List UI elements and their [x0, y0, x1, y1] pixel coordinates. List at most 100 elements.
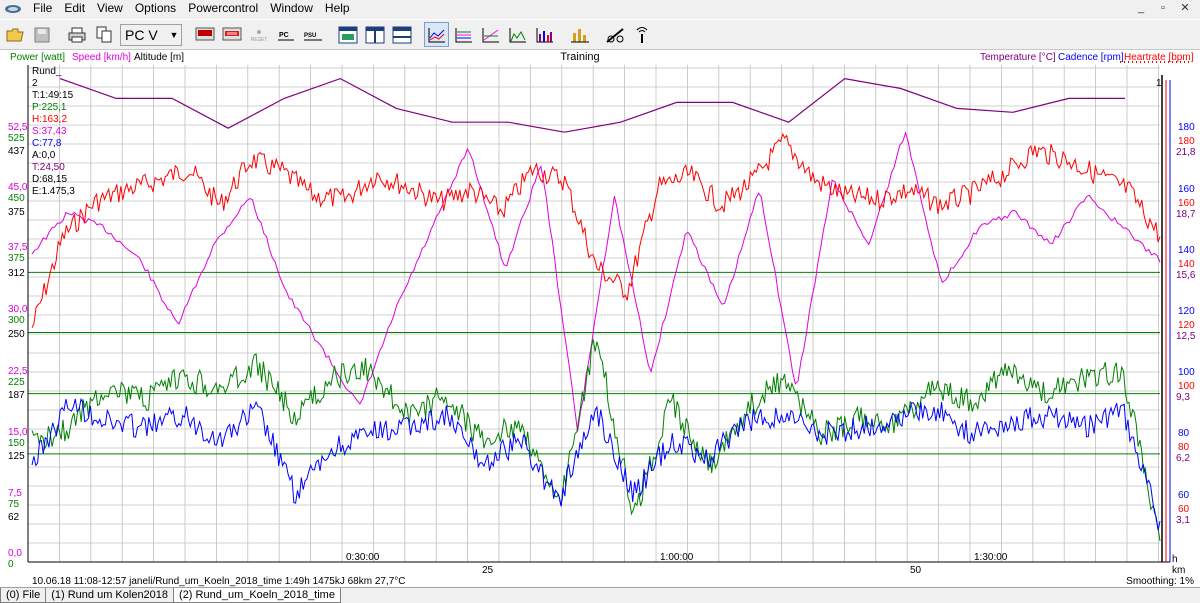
right-tick-heartrate: 160	[1178, 198, 1195, 209]
pc-label: PC	[279, 32, 289, 39]
right-tick-cadence: 180	[1178, 122, 1195, 133]
telemetry-button[interactable]	[629, 22, 654, 47]
info-lap-label: Rund_	[32, 66, 62, 77]
menu-help[interactable]: Help	[319, 0, 356, 17]
chart-canvas[interactable]: Power [watt] Speed [km/h] Altitude [m] T…	[0, 50, 1200, 587]
pc-download-icon	[222, 27, 241, 40]
save-disk-icon	[34, 27, 49, 42]
trend-chart-icon	[482, 27, 499, 42]
menu-file[interactable]: File	[27, 0, 58, 17]
cadence-line	[31, 397, 1161, 531]
right-tick-heartrate: 140	[1178, 259, 1195, 270]
menu-options[interactable]: Options	[129, 0, 182, 17]
pc-download-button[interactable]	[219, 22, 244, 47]
pc-read-button[interactable]	[192, 22, 217, 47]
tab-rund-um-kolen[interactable]: (1) Rund um Kolen2018	[45, 588, 175, 603]
left-tick-speed: 22,5	[8, 366, 28, 377]
tile-horizontal-icon	[392, 26, 411, 43]
left-tick-speed: 52,5	[8, 122, 28, 133]
left-tick-speed: 15,0	[8, 427, 28, 438]
right-tick-cadence: 100	[1178, 367, 1195, 378]
tile-vertical-button[interactable]	[362, 22, 387, 47]
cursor-label: 1	[1156, 78, 1162, 89]
info-distance: D:68,15	[32, 174, 67, 185]
toolbar: PC V ▼ RESET PC PSU	[0, 19, 1200, 50]
close-button[interactable]: ✕	[1174, 0, 1196, 17]
x-tick-1-30: 1:30:00	[974, 552, 1008, 563]
right-tick-temperature: 9,3	[1176, 392, 1190, 403]
pc-button[interactable]: PC	[273, 22, 298, 47]
left-tick-speed: 37,5	[8, 242, 28, 253]
smoothing-label: Smoothing: 1%	[1126, 576, 1194, 587]
left-tick-power-b: 437	[8, 146, 25, 157]
minimize-button[interactable]: _	[1130, 0, 1152, 17]
copy-button[interactable]	[91, 22, 116, 47]
save-button[interactable]	[29, 22, 54, 47]
right-tick-heartrate: 120	[1178, 320, 1195, 331]
reset-button[interactable]: RESET	[246, 22, 271, 47]
right-tick-cadence: 140	[1178, 245, 1195, 256]
open-folder-button[interactable]	[2, 22, 27, 47]
altitude-series-label: Altitude [m]	[134, 52, 184, 63]
chart-mode-1-button[interactable]	[424, 22, 449, 47]
menu-view[interactable]: View	[91, 0, 129, 17]
power-series-label: Power [watt]	[10, 52, 65, 63]
pc-device-icon	[195, 27, 214, 40]
right-tick-temperature: 15,6	[1176, 270, 1196, 281]
menu-edit[interactable]: Edit	[58, 0, 91, 17]
document-tabs: (0) File (1) Rund um Kolen2018 (2) Rund_…	[0, 587, 1200, 603]
info-panel: Rund_ 2 T:1:49:15 P:225,1 H:163,2 S:37,4…	[32, 66, 75, 197]
left-tick-power-b: 375	[8, 207, 25, 218]
print-button[interactable]	[64, 22, 89, 47]
left-tick-speed: 7,5	[8, 488, 22, 499]
chart-mode-3-button[interactable]	[478, 22, 503, 47]
chart-mode-5-button[interactable]	[532, 22, 557, 47]
info-temperature: T:24,50	[32, 162, 65, 173]
x-tick-km-50: 50	[910, 565, 922, 576]
analysis-button[interactable]	[602, 22, 627, 47]
restore-button[interactable]: ▫	[1152, 0, 1174, 17]
tab-rund-um-koeln-time[interactable]: (2) Rund_um_Koeln_2018_time	[173, 588, 341, 603]
training-chart[interactable]: Power [watt] Speed [km/h] Altitude [m] T…	[0, 50, 1200, 587]
left-tick-power-b: 187	[8, 390, 25, 401]
menu-bar: File Edit View Options Powercontrol Wind…	[0, 0, 1200, 17]
x-tick-km-25: 25	[482, 565, 494, 576]
right-tick-temperature: 21,8	[1176, 147, 1196, 158]
reset-icon: RESET	[250, 29, 267, 43]
right-tick-cadence: 160	[1178, 184, 1195, 195]
tab-file[interactable]: (0) File	[0, 588, 47, 603]
left-tick-power: 525	[8, 133, 25, 144]
power-line	[31, 339, 1161, 542]
psu-button[interactable]: PSU	[300, 22, 325, 47]
left-tick-power: 225	[8, 377, 25, 388]
right-tick-temperature: 6,2	[1176, 453, 1190, 464]
multi-line-chart-icon	[455, 27, 472, 42]
speed-series-label: Speed [km/h]	[72, 52, 131, 63]
tile-horizontal-button[interactable]	[389, 22, 414, 47]
chart-mode-2-button[interactable]	[451, 22, 476, 47]
chart-mode-4-button[interactable]	[505, 22, 530, 47]
info-energy: E:1.475,3	[32, 186, 75, 197]
antenna-icon	[636, 26, 647, 43]
app-logo-icon[interactable]	[3, 2, 23, 16]
device-select[interactable]: PC V ▼	[120, 23, 182, 46]
folder-open-icon	[6, 28, 24, 41]
toolbar-separator	[325, 22, 333, 47]
toolbar-separator	[557, 22, 565, 47]
bar-chart-button[interactable]	[567, 22, 592, 47]
psu-icon: PSU	[303, 33, 322, 40]
chart-title: Training	[560, 51, 599, 63]
chevron-down-icon[interactable]: ▼	[167, 30, 181, 40]
left-tick-power: 0	[8, 559, 14, 570]
right-tick-heartrate: 80	[1178, 442, 1190, 453]
info-speed: S:37,43	[32, 126, 67, 137]
right-tick-cadence: 80	[1178, 428, 1190, 439]
window-controls: _ ▫ ✕	[1130, 0, 1196, 17]
menu-powercontrol[interactable]: Powercontrol	[182, 0, 264, 17]
device-select-value: PC V	[125, 26, 158, 43]
left-tick-power-b: 125	[8, 451, 25, 462]
right-tick-cadence: 120	[1178, 306, 1195, 317]
area-chart-icon	[509, 27, 526, 42]
view-single-button[interactable]	[335, 22, 360, 47]
menu-window[interactable]: Window	[264, 0, 319, 17]
